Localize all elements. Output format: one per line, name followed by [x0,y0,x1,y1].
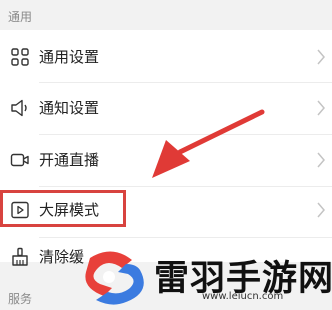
chevron-right-icon [317,202,325,218]
watermark: 雷羽手游网 www.leiucn.com [82,248,332,310]
chevron-right-icon [317,49,325,65]
grid-icon [11,48,29,66]
row-label: 开通直播 [39,151,100,169]
chevron-right-icon [317,100,325,116]
chevron-right-icon [317,152,325,168]
broom-icon [12,247,28,266]
highlight-box [0,190,126,227]
speaker-icon [11,99,27,117]
row-general-settings[interactable]: 通用设置 [0,32,332,82]
row-open-live[interactable]: 开通直播 [0,135,332,185]
row-label: 通知设置 [39,99,100,117]
row-label: 清除缓 [39,248,85,266]
watermark-url: www.leiucn.com [202,291,284,302]
row-label: 通用设置 [39,48,100,66]
section-label-service: 服务 [8,292,33,306]
row-notification-settings[interactable]: 通知设置 [0,83,332,133]
settings-card: 通用设置 通知设置 开通直播 大屏模式 清除缓 [0,30,332,266]
video-camera-icon [10,153,29,167]
brand-logo-icon [85,251,144,305]
section-label-general: 通用 [8,10,33,24]
